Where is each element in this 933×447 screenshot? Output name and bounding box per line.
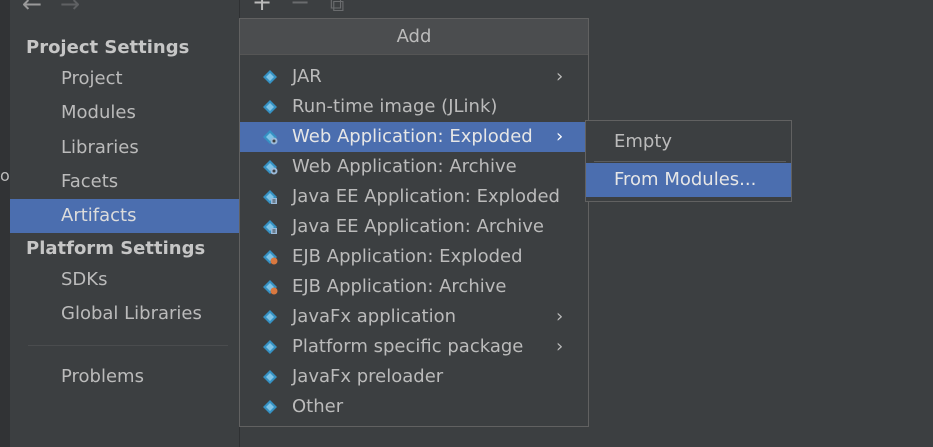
web-application-exploded-submenu: Empty From Modules...: [585, 120, 792, 202]
back-arrow-icon[interactable]: ←: [22, 0, 42, 18]
project-settings-header: Project Settings: [26, 37, 190, 58]
chevron-right-icon: ›: [556, 126, 564, 147]
menu-item-run-time-image-jlink[interactable]: Run-time image (JLink): [240, 92, 588, 122]
sidebar-item-facets[interactable]: Facets: [10, 165, 239, 199]
edge-text-fragment: o: [0, 166, 10, 185]
menu-item-label: JavaFx application: [292, 306, 457, 327]
ee-diamond-icon: [263, 190, 277, 204]
menu-item-ejb-application-archive[interactable]: EJB Application: Archive: [240, 272, 588, 302]
left-edge-strip: [0, 0, 10, 447]
menu-item-label: Other: [292, 396, 344, 417]
submenu-divider: [594, 161, 786, 162]
sidebar-item-global-libraries[interactable]: Global Libraries: [10, 297, 239, 331]
menu-item-label: Platform specific package: [292, 336, 524, 357]
diamond-icon: [263, 70, 277, 84]
ejb-diamond-icon: [263, 280, 278, 295]
diamond-icon: [263, 340, 277, 354]
menu-item-java-ee-application-archive[interactable]: Java EE Application: Archive: [240, 212, 588, 242]
menu-item-label: EJB Application: Archive: [292, 276, 507, 297]
sidebar-item-artifacts[interactable]: Artifacts: [10, 199, 239, 233]
platform-settings-header: Platform Settings: [26, 238, 206, 259]
menu-item-label: EJB Application: Exploded: [292, 246, 523, 267]
web-diamond-icon: [263, 160, 278, 175]
menu-item-web-application-exploded[interactable]: Web Application: Exploded ›: [240, 122, 588, 152]
diamond-icon: [263, 370, 277, 384]
diamond-icon: [263, 310, 277, 324]
menu-item-ejb-application-exploded[interactable]: EJB Application: Exploded: [240, 242, 588, 272]
menu-item-label: JavaFx preloader: [292, 366, 444, 387]
menu-item-label: Web Application: Archive: [292, 156, 517, 177]
sidebar-item-sdks[interactable]: SDKs: [10, 263, 239, 297]
add-icon[interactable]: +: [252, 0, 272, 16]
chevron-right-icon: ›: [556, 66, 564, 87]
menu-item-java-ee-application-exploded[interactable]: Java EE Application: Exploded: [240, 182, 588, 212]
forward-arrow-icon[interactable]: →: [60, 0, 80, 18]
submenu-item-from-modules[interactable]: From Modules...: [586, 163, 791, 197]
chevron-right-icon: ›: [556, 306, 564, 327]
diamond-icon: [263, 400, 277, 414]
sidebar-divider: [28, 345, 228, 346]
diamond-icon: [263, 100, 277, 114]
web-diamond-icon: [263, 130, 278, 145]
menu-item-other[interactable]: Other: [240, 392, 588, 422]
sidebar-item-libraries[interactable]: Libraries: [10, 131, 239, 165]
menu-item-platform-specific-package[interactable]: Platform specific package ›: [240, 332, 588, 362]
menu-item-javafx-preloader[interactable]: JavaFx preloader: [240, 362, 588, 392]
menu-item-label: Run-time image (JLink): [292, 96, 498, 117]
menu-item-label: Java EE Application: Exploded: [292, 186, 560, 207]
ee-diamond-icon: [263, 220, 277, 234]
popup-title: Add: [240, 19, 588, 55]
add-popup-menu: Add JAR › Run-time image (JLink) Web Applic…: [239, 18, 589, 427]
sidebar-item-project[interactable]: Project: [10, 62, 239, 96]
copy-icon[interactable]: ⧉: [330, 0, 344, 16]
sidebar-item-modules[interactable]: Modules: [10, 96, 239, 130]
remove-icon[interactable]: −: [290, 0, 310, 16]
menu-item-jar[interactable]: JAR ›: [240, 62, 588, 92]
settings-sidebar: ← → Project Settings Project Modules Lib…: [10, 0, 239, 447]
chevron-right-icon: ›: [556, 336, 564, 357]
sidebar-item-problems[interactable]: Problems: [10, 360, 239, 394]
menu-item-label: Java EE Application: Archive: [292, 216, 544, 237]
menu-item-label: Web Application: Exploded: [292, 126, 533, 147]
menu-item-web-application-archive[interactable]: Web Application: Archive: [240, 152, 588, 182]
submenu-item-empty[interactable]: Empty: [586, 125, 791, 159]
menu-item-label: JAR: [292, 66, 322, 87]
menu-item-javafx-application[interactable]: JavaFx application ›: [240, 302, 588, 332]
ejb-diamond-icon: [263, 250, 278, 265]
